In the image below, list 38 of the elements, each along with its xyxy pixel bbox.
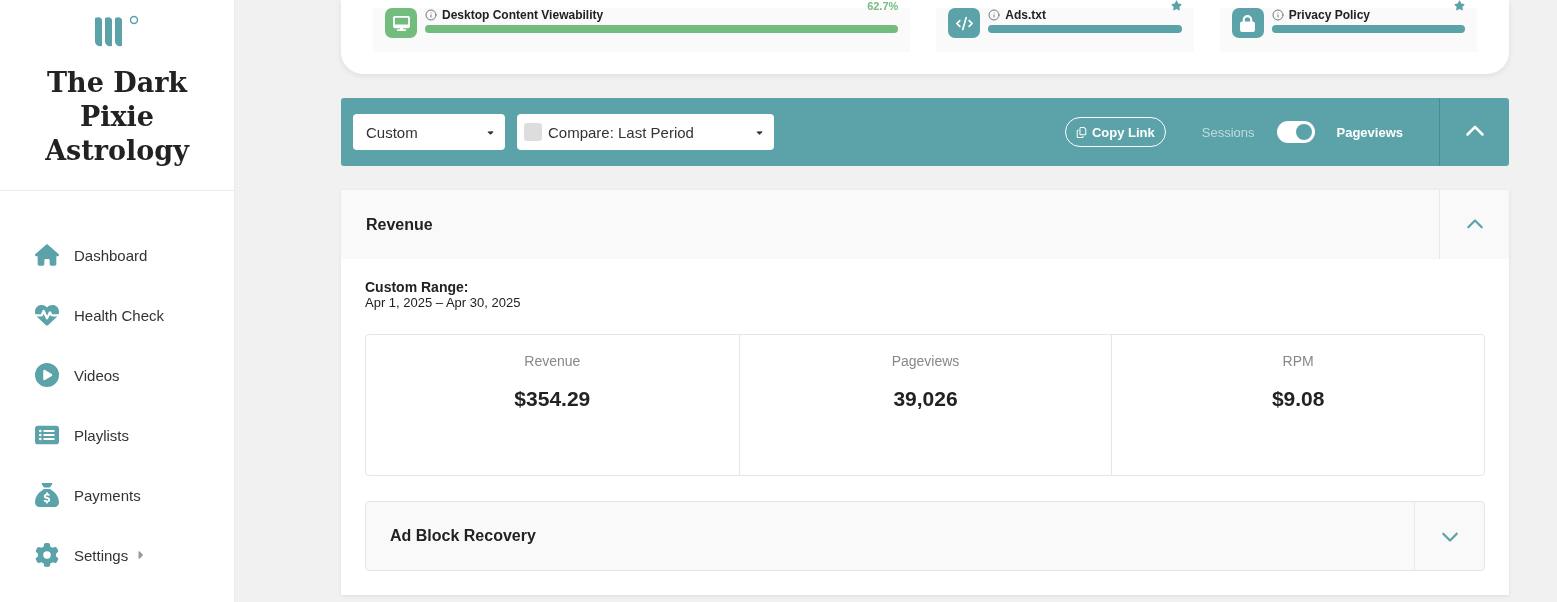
range-dropdown[interactable]: Custom: [353, 114, 505, 150]
toggle-label: Pageviews: [1336, 124, 1403, 140]
list-icon: [34, 423, 60, 447]
metric-label: Revenue: [524, 353, 581, 369]
logo-icon: [93, 14, 141, 48]
info-icon[interactable]: [425, 9, 437, 21]
range-label: Custom Range:: [365, 279, 470, 295]
money-bag-icon: [34, 483, 60, 507]
copy-icon: [1075, 126, 1087, 138]
metric-label: Pageviews: [891, 353, 960, 369]
section-title: Ad Block Recovery: [389, 527, 537, 545]
date-range: Apr 1, 2025 – Apr 30, 2025: [365, 295, 522, 310]
check-title: Ads.txt: [1005, 8, 1046, 22]
metric-label: RPM: [1282, 353, 1314, 369]
heart-pulse-icon: [34, 303, 60, 327]
settings-icon: [34, 543, 60, 567]
metric-value: $354.29: [514, 387, 591, 411]
metric-value: 39,026: [893, 387, 958, 411]
compare-checkbox[interactable]: [524, 123, 542, 141]
nav-item[interactable]: Payments: [34, 479, 234, 511]
percent-reading: 62.7%: [867, 0, 899, 12]
play-icon: [34, 363, 60, 387]
panel-title: Revenue: [365, 215, 434, 234]
nav-item[interactable]: Playlists: [34, 419, 234, 451]
toggle-label: Sessions: [1201, 124, 1255, 140]
metric-toggle[interactable]: [1276, 121, 1315, 143]
brand-name: The Dark Pixie Astrology: [44, 66, 191, 168]
info-icon[interactable]: [988, 9, 1001, 21]
nav-item[interactable]: Health Check: [34, 299, 234, 331]
check-title: Desktop Content Viewability: [442, 8, 604, 22]
house-icon: [34, 243, 60, 267]
info-icon[interactable]: [1271, 9, 1284, 21]
check-title: Privacy Policy: [1288, 8, 1371, 22]
nav-item[interactable]: Videos: [34, 359, 234, 391]
nav-item[interactable]: Settings: [34, 539, 234, 571]
compare-dropdown[interactable]: Compare: Last Period: [517, 114, 774, 150]
metric-value: $9.08: [1271, 387, 1325, 411]
nav-item[interactable]: Dashboard: [34, 239, 234, 271]
